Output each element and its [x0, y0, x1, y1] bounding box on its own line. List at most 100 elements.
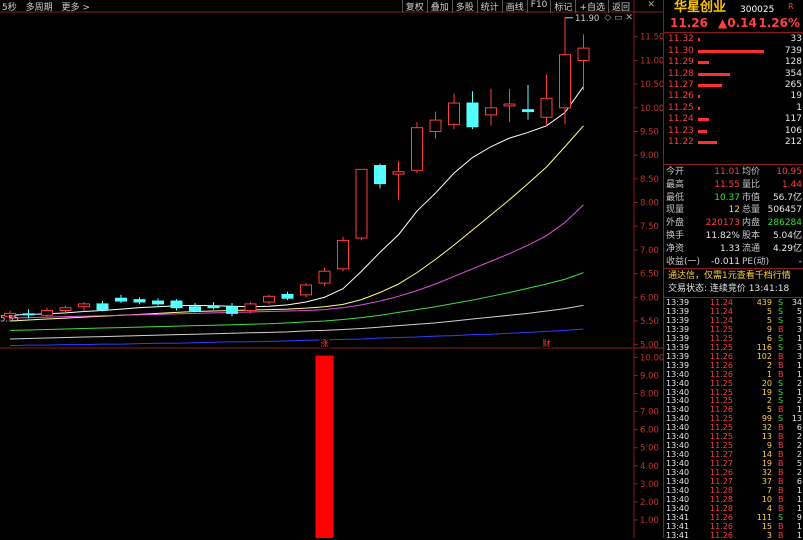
tick-row: 13:39 11.25 9 B 3 [664, 325, 803, 334]
quote-row: 现量 12 总量 506457 [664, 204, 803, 217]
tick-row: 13:40 11.26 32 B 2 [664, 468, 803, 477]
trade-status: 交易状态: 连续竞价 13:41:18 [668, 284, 790, 294]
tick-count: 6 [796, 423, 802, 433]
tick-row: 13:40 11.25 2 S 2 [664, 396, 803, 405]
tick-volume: 37 [761, 477, 772, 486]
tick-row: 13:40 11.26 5 B 1 [664, 405, 803, 414]
draw-line-button[interactable]: 画线 [501, 0, 527, 13]
volume-tick-label: 7.00 [640, 408, 659, 418]
tick-count: 2 [796, 396, 802, 406]
tick-side: B [778, 432, 784, 442]
tick-count: 3 [796, 315, 802, 325]
tick-price: 11.26 [710, 530, 733, 540]
candle-down [22, 313, 35, 316]
candle-up [244, 303, 257, 312]
tick-volume: 116 [756, 342, 772, 352]
quote-row: 净资 1.33 流通 4.29亿 [664, 243, 803, 256]
order-volume-bar [698, 61, 710, 64]
candle-down [96, 303, 109, 311]
quote-row: 收益(一) -0.011 PE(动) - [664, 256, 803, 269]
candle-down [115, 297, 127, 302]
tick-price: 11.26 [710, 468, 733, 478]
chart-toolbar: 5秒 多周期 更多 > 复权 叠加 多股 统计 画线 F10 标记 +自选 返回… [0, 0, 663, 23]
add-favorite-button[interactable]: +自选 [575, 0, 608, 13]
tick-side: S [778, 333, 784, 343]
multi-stock-button[interactable]: 多股 [451, 0, 477, 13]
tick-volume: 7 [766, 485, 772, 495]
tick-count: 34 [791, 298, 802, 307]
order-book-row[interactable]: 11.22 212 [664, 136, 803, 149]
multi-period-button[interactable]: 多周期 [26, 3, 53, 13]
notice-link[interactable]: 通达信，仅需1元查看千档行情 [668, 270, 803, 283]
quote-key: 最高 [666, 179, 685, 190]
mark-button[interactable]: 标记 [550, 0, 575, 13]
quote-key: PE(动) [742, 256, 770, 267]
quote-value: 1.44 [781, 179, 802, 190]
tick-row: 13:40 11.25 13 B 2 [664, 432, 803, 441]
volume-tick-label: 8.00 [640, 390, 659, 400]
quote-key: 总量 [742, 205, 761, 216]
tick-price: 11.25 [710, 396, 733, 406]
overlay-button[interactable]: 叠加 [426, 0, 452, 13]
f10-button[interactable]: F10 [526, 0, 551, 13]
candle-up [300, 284, 312, 296]
order-volume-bar [698, 72, 730, 76]
tick-count: 1 [796, 521, 802, 531]
diamond-icon[interactable]: ◇ ▭ ✕ [604, 13, 633, 23]
tick-volume: 20 [761, 378, 772, 388]
kline-chart-panel[interactable]: 11.50 11.00 10.50 10.00 9.50 9.00 8.50 8.00 7.50… [0, 0, 663, 538]
tick-time: 13:39 [666, 360, 690, 370]
fuquan-button[interactable]: 复权 [401, 0, 427, 13]
tick-price: 11.25 [710, 378, 733, 388]
candle-up [503, 103, 516, 107]
quote-value: 220173 [705, 218, 740, 229]
quote-value: 1.33 [719, 243, 740, 254]
candle-up [577, 47, 590, 61]
quote-key: 现量 [666, 205, 685, 216]
quote-value: 286284 [767, 218, 802, 229]
quote-value: - [798, 256, 802, 267]
tick-price: 11.25 [710, 333, 733, 343]
tick-volume: 111 [756, 512, 772, 522]
price-tick-label: 7.50 [640, 222, 659, 232]
quote-value: 11.55 [714, 179, 740, 190]
kline-chart[interactable]: 11.50 11.00 10.50 10.00 9.50 9.00 8.50 8.00 7.50… [0, 0, 663, 538]
tick-volume: 6 [766, 333, 772, 343]
tick-price: 11.26 [710, 351, 733, 361]
tick-time: 13:40 [666, 387, 690, 397]
stats-button[interactable]: 统计 [476, 0, 502, 13]
order-volume-bar [698, 141, 718, 144]
tick-time: 13:40 [666, 494, 690, 504]
tick-time: 13:40 [666, 405, 690, 415]
close-icon[interactable]: ✕ [647, 0, 655, 10]
tick-count: 5 [796, 306, 802, 316]
tick-price: 11.25 [710, 387, 733, 397]
volume-tick-label: 2.00 [640, 498, 659, 508]
tick-side: S [778, 387, 784, 397]
tick-count: 1 [796, 369, 802, 379]
event-marker: 财 [543, 338, 551, 348]
period-5s-button[interactable]: 5秒 [2, 3, 17, 13]
quote-row: 最低 10.37 市值 56.7亿 [664, 192, 803, 205]
tick-volume: 102 [756, 351, 772, 361]
quote-key: 均价 [742, 167, 761, 177]
more-button[interactable]: 更多 > [62, 3, 90, 13]
order-volume-bar [698, 106, 700, 110]
tick-time: 13:39 [666, 306, 690, 316]
tick-price: 11.27 [710, 450, 733, 460]
price-change-pct: 1.26% [758, 16, 800, 30]
back-button[interactable]: 返回 [607, 0, 633, 13]
tick-side: B [778, 441, 784, 451]
tick-count: 13 [791, 414, 802, 424]
tick-volume: 9 [766, 324, 772, 334]
candle-up [59, 307, 72, 312]
tick-row: 13:41 11.26 3 B 1 [664, 531, 803, 540]
stock-header: 华星创业 300025 R [664, 0, 803, 16]
tick-time: 13:40 [666, 450, 690, 460]
order-volume-bar [698, 49, 764, 53]
price-tick-label: 5.00 [640, 341, 659, 351]
tick-side: B [778, 405, 784, 415]
tick-row: 13:40 11.28 7 B 1 [664, 486, 803, 495]
candle-up [448, 102, 460, 125]
tick-volume: 9 [766, 441, 772, 451]
